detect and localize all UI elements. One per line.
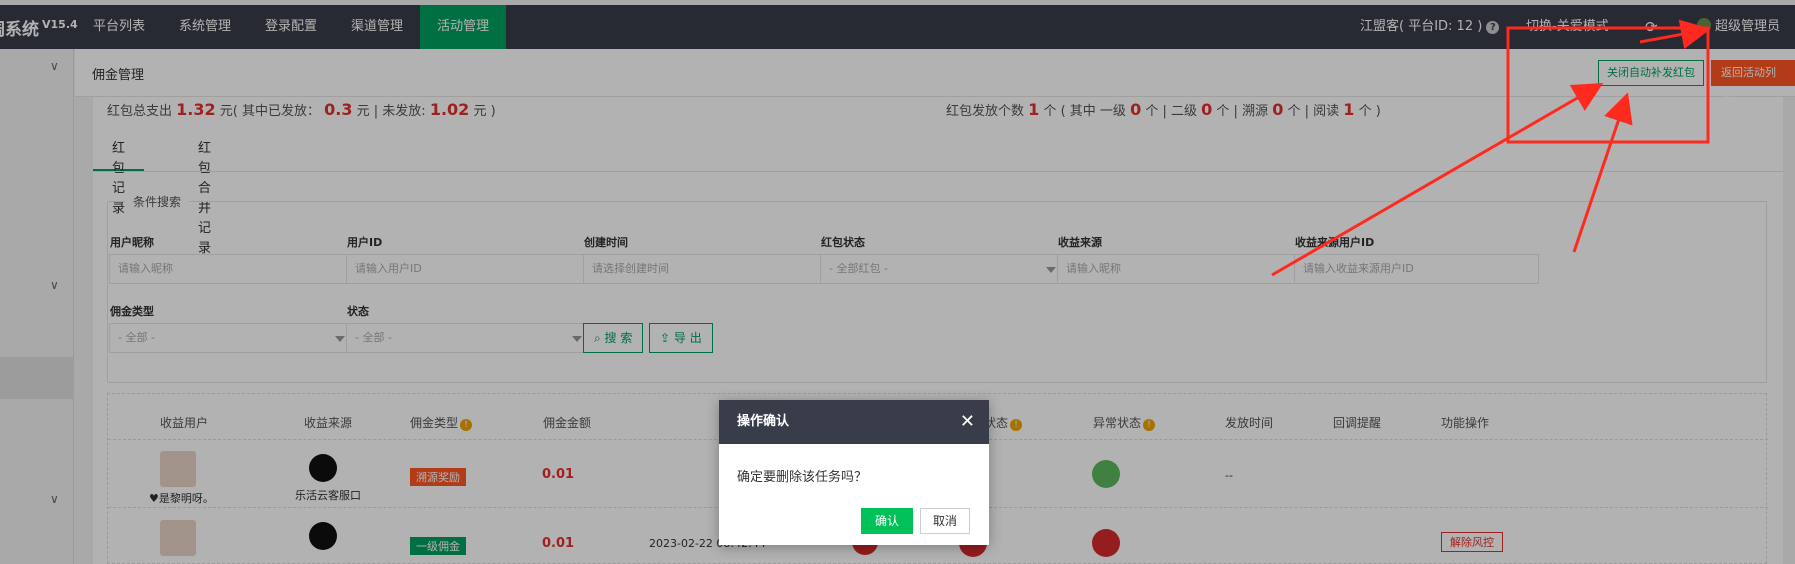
cancel-button[interactable]: 取消 <box>920 508 971 534</box>
dialog-title: 操作确认 <box>737 414 790 429</box>
dialog-message: 确定要删除该任务吗？ <box>737 470 868 485</box>
close-icon[interactable]: ✕ <box>960 400 975 444</box>
confirm-dialog: 操作确认 ✕ 确定要删除该任务吗？ 确认 取消 <box>719 400 989 545</box>
confirm-button[interactable]: 确认 <box>861 508 914 534</box>
dialog-header: 操作确认 ✕ <box>719 400 989 444</box>
